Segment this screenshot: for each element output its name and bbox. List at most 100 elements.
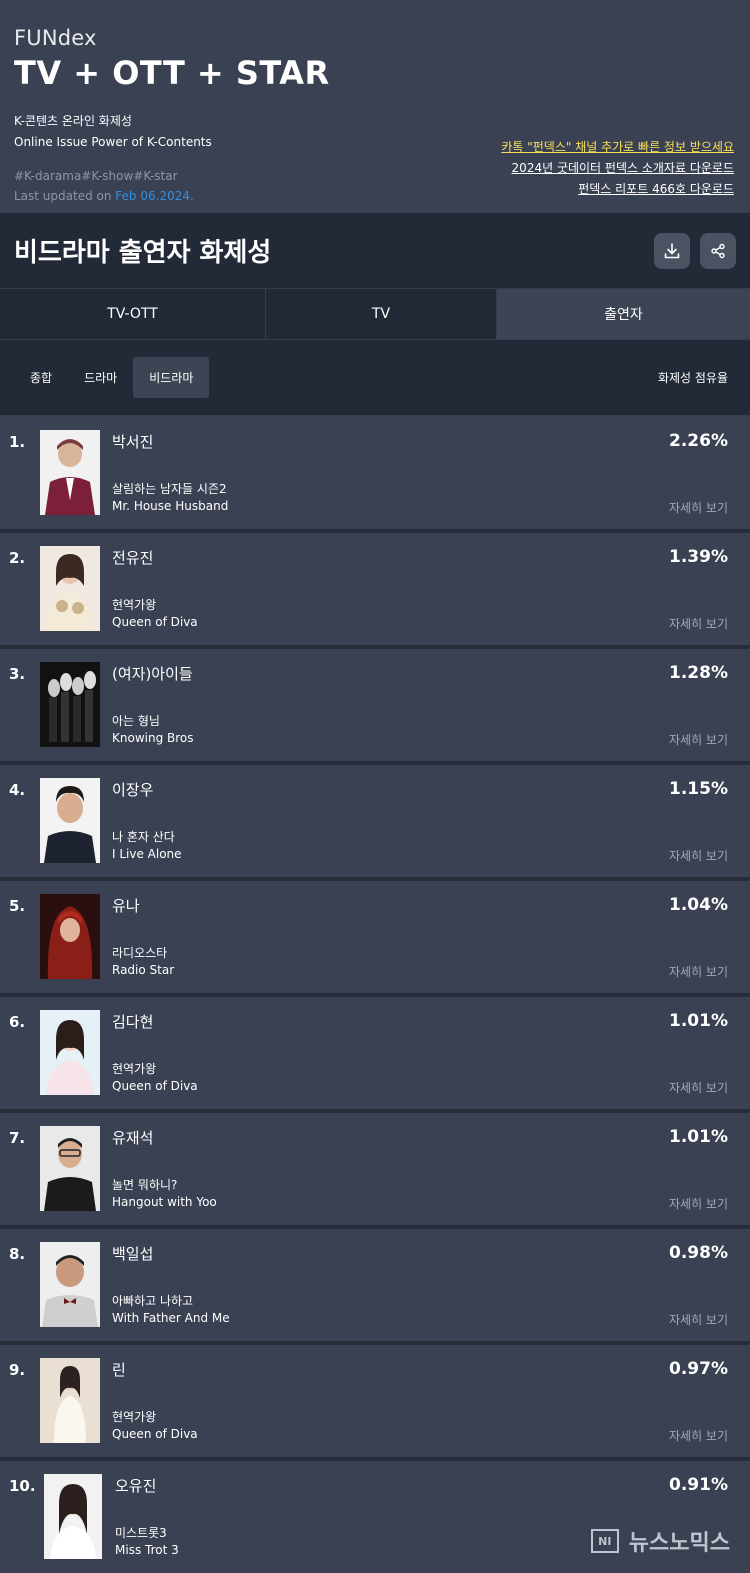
ranking-row: 4. 이장우 나 혼자 산다 I Live Alone 1.15% 자세히 보기 bbox=[0, 765, 750, 881]
subtab-non-drama[interactable]: 비드라마 bbox=[133, 357, 210, 398]
subtab-overall[interactable]: 종합 bbox=[14, 357, 68, 398]
person-photo bbox=[40, 894, 100, 979]
show-title-en: Mr. House Husband bbox=[112, 499, 229, 513]
section-title: 비드라마 출연자 화제성 bbox=[14, 238, 272, 268]
person-name: 김다현 bbox=[112, 1013, 154, 1031]
share-percent: 0.91% bbox=[669, 1475, 728, 1495]
detail-link[interactable]: 자세히 보기 bbox=[669, 499, 728, 516]
show-title-en: Miss Trot 3 bbox=[115, 1543, 179, 1557]
ranking-row: 7. 유재석 놀면 뭐하니? Hangout with Yoo 1.01% 자세… bbox=[0, 1113, 750, 1229]
share-percent: 1.01% bbox=[669, 1011, 728, 1031]
person-name: 오유진 bbox=[115, 1477, 157, 1495]
rank-number: 1. bbox=[9, 433, 26, 451]
section-actions bbox=[654, 232, 736, 269]
person-photo bbox=[40, 778, 100, 863]
hero-title: TV + OTT + STAR bbox=[14, 54, 330, 92]
show-title-en: Queen of Diva bbox=[112, 615, 198, 629]
show-title-en: With Father And Me bbox=[112, 1311, 230, 1325]
share-percent: 1.01% bbox=[669, 1127, 728, 1147]
person-name: (여자)아이들 bbox=[112, 665, 193, 683]
share-percent: 1.04% bbox=[669, 895, 728, 915]
show-title-ko: 현역가왕 bbox=[112, 1062, 157, 1076]
person-photo bbox=[40, 1358, 100, 1443]
person-name: 유재석 bbox=[112, 1129, 154, 1147]
detail-link[interactable]: 자세히 보기 bbox=[669, 1311, 728, 1328]
share-percent: 1.39% bbox=[669, 547, 728, 567]
person-photo bbox=[40, 1242, 100, 1327]
share-percent: 2.26% bbox=[669, 431, 728, 451]
person-photo bbox=[40, 430, 100, 515]
show-title-ko: 라디오스타 bbox=[112, 946, 168, 960]
person-name: 유나 bbox=[112, 897, 140, 915]
show-title-ko: 아빠하고 나하고 bbox=[112, 1294, 194, 1308]
ranking-row: 3. (여자)아이들 아는 형님 Knowing Bros 1.28% 자세히 … bbox=[0, 649, 750, 765]
detail-link[interactable]: 자세히 보기 bbox=[669, 847, 728, 864]
share-column-label: 화제성 점유율 bbox=[657, 371, 728, 385]
share-percent: 0.97% bbox=[669, 1359, 728, 1379]
show-title-ko: 놀면 뭐하니? bbox=[112, 1178, 178, 1192]
updated-prefix: Last updated on bbox=[14, 189, 116, 203]
detail-link[interactable]: 자세히 보기 bbox=[669, 1195, 728, 1212]
report-download-link[interactable]: 펀덱스 리포트 466호 다운로드 bbox=[501, 179, 734, 200]
watermark-text: 뉴스노믹스 bbox=[628, 1531, 730, 1556]
share-percent: 1.28% bbox=[669, 663, 728, 683]
subtitle-ko: K-콘텐츠 온라인 화제성 bbox=[14, 114, 132, 128]
watermark-logo: NI bbox=[590, 1529, 619, 1553]
subtab-drama[interactable]: 드라마 bbox=[68, 357, 133, 398]
show-title-en: Queen of Diva bbox=[112, 1079, 198, 1093]
rank-number: 3. bbox=[9, 665, 26, 683]
page-header: FUNdex TV + OTT + STAR K-콘텐츠 온라인 화제성 Onl… bbox=[0, 0, 750, 213]
detail-link[interactable]: 자세히 보기 bbox=[669, 1079, 728, 1096]
detail-link[interactable]: 자세히 보기 bbox=[669, 731, 728, 748]
person-photo bbox=[40, 1126, 100, 1211]
main-tabs: TV-OTT TV 출연자 bbox=[0, 288, 750, 340]
show-title-en: Knowing Bros bbox=[112, 731, 194, 745]
person-name: 전유진 bbox=[112, 549, 154, 567]
share-percent: 0.98% bbox=[669, 1243, 728, 1263]
ranking-row: 2. 전유진 현역가왕 Queen of Diva 1.39% 자세히 보기 bbox=[0, 533, 750, 649]
detail-link[interactable]: 자세히 보기 bbox=[669, 963, 728, 980]
person-name: 린 bbox=[112, 1361, 126, 1379]
kakao-channel-link[interactable]: 카톡 "펀덱스" 채널 추가로 빠른 정보 받으세요 bbox=[501, 137, 734, 158]
show-title-ko: 아는 형님 bbox=[112, 714, 160, 728]
show-title-en: Radio Star bbox=[112, 963, 175, 977]
ranking-row: 5. 유나 라디오스타 Radio Star 1.04% 자세히 보기 bbox=[0, 881, 750, 997]
person-name: 박서진 bbox=[112, 433, 154, 451]
ranking-row: 8. 백일섭 아빠하고 나하고 With Father And Me 0.98%… bbox=[0, 1229, 750, 1345]
news-watermark: NI 뉴스노믹스 bbox=[590, 1525, 730, 1557]
tab-tv[interactable]: TV bbox=[266, 289, 497, 339]
share-icon bbox=[711, 243, 725, 258]
share-percent: 1.15% bbox=[669, 779, 728, 799]
download-icon bbox=[664, 242, 680, 258]
rank-number: 6. bbox=[9, 1013, 26, 1031]
ranking-row: 6. 김다현 현역가왕 Queen of Diva 1.01% 자세히 보기 bbox=[0, 997, 750, 1113]
tab-cast[interactable]: 출연자 bbox=[497, 289, 750, 339]
person-photo bbox=[40, 546, 100, 631]
rank-number: 10. bbox=[9, 1477, 36, 1495]
ranking-list: 1. 박서진 살림하는 남자들 시즌2 Mr. House Husband 2.… bbox=[0, 415, 750, 1573]
show-title-ko: 나 혼자 산다 bbox=[112, 830, 175, 844]
rank-number: 4. bbox=[9, 781, 26, 799]
share-button[interactable] bbox=[700, 232, 736, 269]
ranking-row: 10. 오유진 미스트롯3 Miss Trot 3 0.91% NI 뉴스노믹스 bbox=[0, 1461, 750, 1573]
tab-tv-ott[interactable]: TV-OTT bbox=[0, 289, 266, 339]
sub-tabs: 종합 드라마 비드라마 화제성 점유율 bbox=[0, 340, 750, 415]
ranking-row: 1. 박서진 살림하는 남자들 시즌2 Mr. House Husband 2.… bbox=[0, 417, 750, 533]
detail-link[interactable]: 자세히 보기 bbox=[669, 615, 728, 632]
intro-download-link[interactable]: 2024년 굿데이터 펀덱스 소개자료 다운로드 bbox=[501, 158, 734, 179]
updated-date: Feb 06.2024. bbox=[115, 189, 194, 203]
show-title-ko: 현역가왕 bbox=[112, 598, 157, 612]
rank-number: 9. bbox=[9, 1361, 26, 1379]
detail-link[interactable]: 자세히 보기 bbox=[669, 1427, 728, 1444]
person-photo bbox=[40, 1010, 100, 1095]
person-name: 백일섭 bbox=[112, 1245, 154, 1263]
show-title-ko: 미스트롯3 bbox=[115, 1526, 167, 1540]
person-photo bbox=[40, 662, 100, 747]
rank-number: 5. bbox=[9, 897, 26, 915]
download-button[interactable] bbox=[654, 232, 690, 269]
show-title-en: I Live Alone bbox=[112, 847, 182, 861]
person-photo bbox=[44, 1474, 102, 1559]
header-links: 카톡 "펀덱스" 채널 추가로 빠른 정보 받으세요 2024년 굿데이터 펀덱… bbox=[501, 137, 734, 200]
show-title-ko: 살림하는 남자들 시즌2 bbox=[112, 482, 227, 496]
rank-number: 2. bbox=[9, 549, 26, 567]
